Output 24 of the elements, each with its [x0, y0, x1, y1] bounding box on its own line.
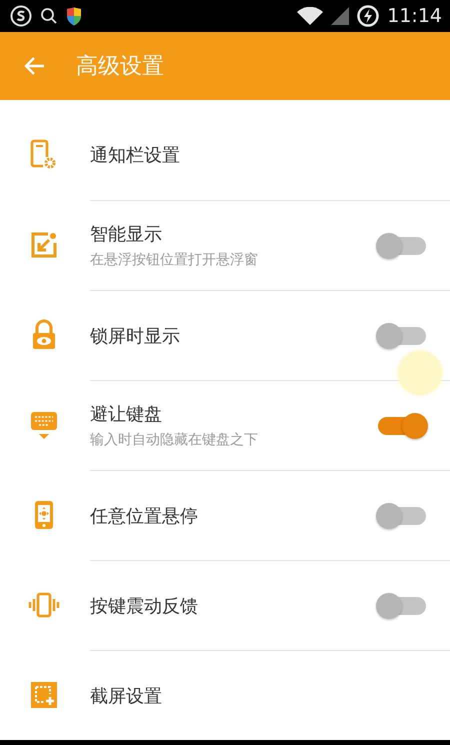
- setting-title: 避让键盘: [90, 403, 163, 426]
- setting-title: 锁屏时显示: [90, 324, 181, 348]
- setting-title: 截屏设置: [90, 684, 163, 708]
- toggle-switch[interactable]: [376, 232, 428, 260]
- setting-description: 输入时自动隐藏在键盘之下: [90, 431, 259, 449]
- shield-icon: [66, 6, 82, 26]
- setting-title: 通知栏设置: [90, 144, 181, 167]
- keyboard-icon: [28, 409, 60, 441]
- search-icon: [40, 7, 58, 25]
- s-logo-icon: [10, 5, 32, 27]
- setting-title: 按键震动反馈: [90, 594, 199, 618]
- screenshot-frame-icon: [28, 679, 60, 711]
- setting-description: 在悬浮按钮位置打开悬浮窗: [90, 251, 259, 269]
- toggle-switch[interactable]: [376, 502, 428, 530]
- signal-icon: [331, 7, 350, 25]
- battery-charging-icon: [357, 5, 380, 27]
- setting-title: 任意位置悬停: [90, 504, 199, 528]
- setting-title: 智能显示: [90, 223, 163, 246]
- toggle-switch[interactable]: [376, 592, 428, 620]
- wifi-icon: [297, 7, 324, 25]
- clock-time: 11:14: [387, 5, 442, 27]
- toggle-switch[interactable]: [376, 322, 428, 350]
- toggle-switch[interactable]: [376, 412, 428, 440]
- page-title: 高级设置: [76, 53, 164, 81]
